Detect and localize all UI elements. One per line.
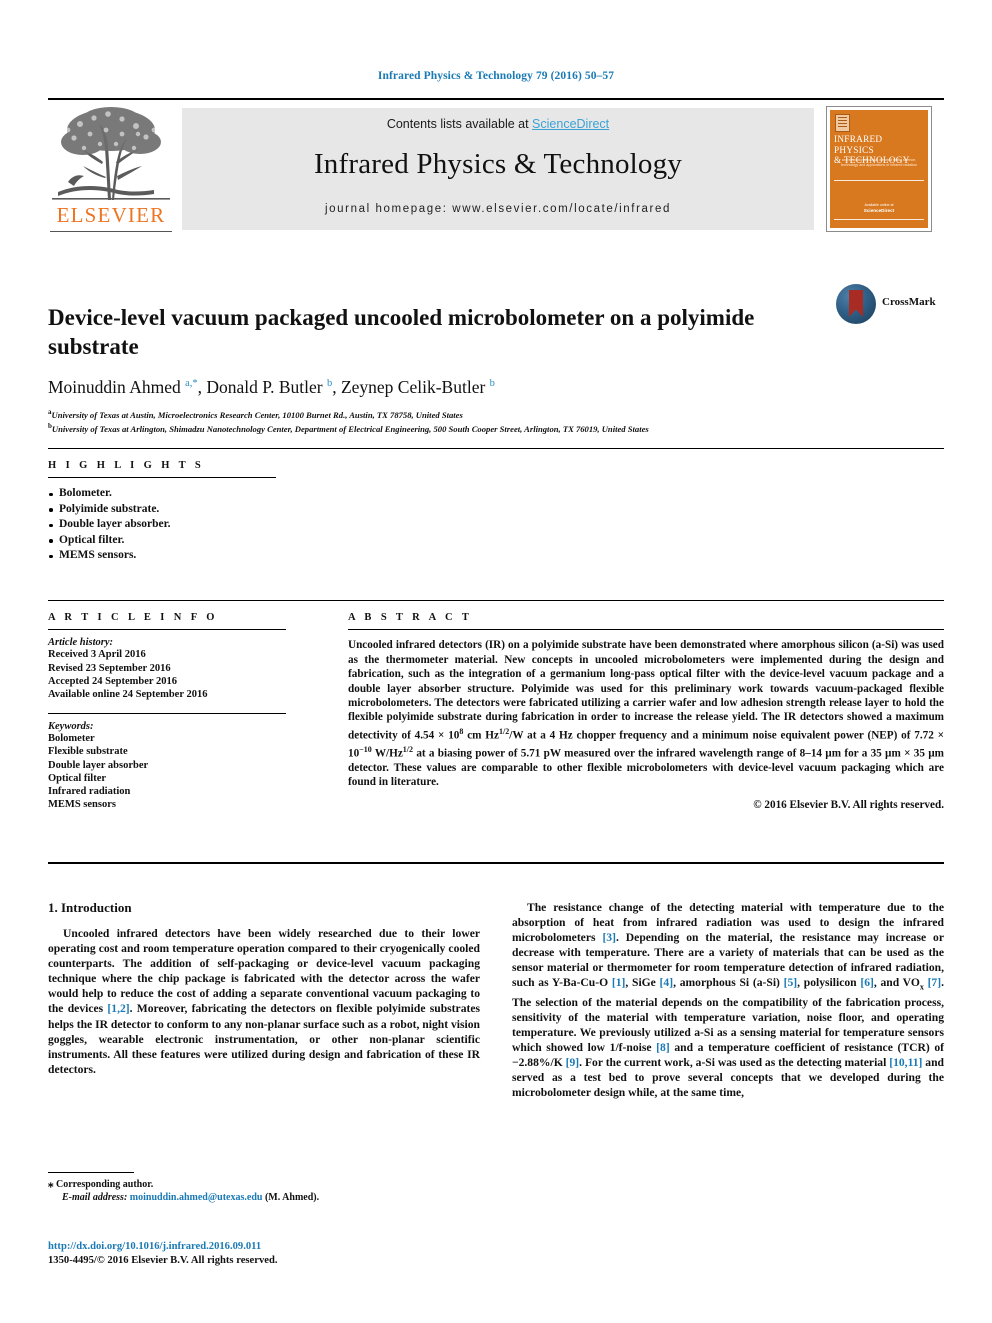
footnote-block: ⁎ Corresponding author. E-mail address: … [48,1178,480,1204]
cover-rule-1 [834,180,924,181]
affiliation-list: aUniversity of Texas at Austin, Microele… [48,407,928,436]
abstract-section: A B S T R A C T Uncooled infrared detect… [348,612,944,811]
article-info-underline [48,629,286,631]
journal-homepage[interactable]: journal homepage: www.elsevier.com/locat… [182,203,814,215]
history-item: Revised 23 September 2016 [48,662,171,674]
page-title: Device-level vacuum packaged uncooled mi… [48,305,755,360]
keyword-item: Bolometer [48,733,95,745]
affiliation-text: University of Texas at Arlington, Shimad… [51,424,649,435]
masthead-top-rule [48,98,944,101]
article-info-separator [48,713,286,715]
footnote-rule [48,1172,134,1174]
email-label: E-mail address: [62,1192,128,1203]
history-item: Received 3 April 2016 [48,649,146,661]
paragraph: Uncooled infrared detectors have been wi… [48,927,481,1076]
corresponding-author-line: ⁎ Corresponding author. [48,1178,480,1191]
body-top-rule [48,862,944,864]
journal-cover-thumbnail: INFRARED PHYSICS & TECHNOLOGY an interna… [826,106,932,232]
masthead-banner: Contents lists available at ScienceDirec… [182,108,814,230]
paragraph: The resistance change of the detecting m… [512,901,944,1100]
list-item: Bolometer. [48,486,448,502]
keyword-item: Flexible substrate [48,746,128,758]
abstract-copyright: © 2016 Elsevier B.V. All rights reserved… [753,798,944,811]
abstract-underline [348,629,944,631]
keyword-item: MEMS sensors [48,799,116,811]
section-heading-introduction: 1. Introduction [48,900,132,915]
cover-badge-icon [835,114,850,132]
article-history-label: Article history: [48,637,114,649]
history-item: Accepted 24 September 2016 [48,675,177,687]
cover-footer: Available online at ScienceDirect [838,203,920,214]
contents-prefix: Contents lists available at [386,117,533,131]
list-item: MEMS sensors. [48,548,448,564]
email-link[interactable]: moinuddin.ahmed@utexas.edu [130,1192,263,1203]
keywords-label: Keywords: [48,721,94,733]
cover-foot-small: Available online at [864,203,894,207]
highlights-top-rule [48,448,944,450]
highlights-section: H I G H L I G H T S Bolometer. Polyimide… [48,460,448,564]
corresponding-author-text: Corresponding author. [56,1179,154,1190]
history-item: Available online 24 September 2016 [48,688,208,700]
author-list: Moinuddin Ahmed a,*, Donald P. Butler b,… [48,376,495,397]
list-item: Polyimide substrate. [48,502,448,518]
article-info-heading: A R T I C L E I N F O [48,612,218,623]
title-block: CrossMark Device-level vacuum packaged u… [48,284,944,436]
crossmark-icon [836,284,876,324]
crossmark-label: CrossMark [882,296,936,308]
journal-title: Infrared Physics & Technology [313,148,683,180]
issn-copyright-line: 1350-4495/© 2016 Elsevier B.V. All right… [48,1255,278,1266]
highlights-list: Bolometer. Polyimide substrate. Double l… [48,486,448,564]
keyword-item: Double layer absorber [48,759,149,771]
email-line: E-mail address: moinuddin.ahmed@utexas.e… [48,1191,480,1204]
affiliation-text: University of Texas at Austin, Microelec… [51,409,463,420]
cover-title-line1: INFRARED PHYSICS [834,134,883,155]
paper-page: Infrared Physics & Technology 79 (2016) … [0,0,992,1323]
doi-link[interactable]: http://dx.doi.org/10.1016/j.infrared.201… [48,1240,548,1254]
keywords-block: Keywords: Bolometer Flexible substrate D… [48,721,310,811]
list-item: Double layer absorber. [48,517,448,533]
asterisk-icon: ⁎ [48,1178,54,1190]
cover-rule-2 [834,219,924,220]
affiliation-item: bUniversity of Texas at Arlington, Shima… [48,421,928,435]
keyword-item: Infrared radiation [48,786,131,798]
article-info-section: A R T I C L E I N F O Article history: R… [48,612,310,811]
highlights-underline [48,477,276,479]
affiliation-item: aUniversity of Texas at Austin, Microele… [48,407,928,421]
cover-foot-big: ScienceDirect [863,208,895,213]
journal-masthead: ELSEVIER Contents lists available at Sci… [48,98,944,238]
articleinfo-top-rule [48,600,944,602]
highlights-heading: H I G H L I G H T S [48,460,205,471]
abstract-heading: A B S T R A C T [348,612,473,623]
sciencedirect-link[interactable]: ScienceDirect [532,117,609,131]
bookmark-ribbon-icon [849,290,863,317]
running-head: Infrared Physics & Technology 79 (2016) … [377,70,615,82]
crossmark-badge[interactable]: CrossMark [836,284,944,326]
elsevier-wordmark: ELSEVIER [56,203,166,227]
elsevier-baseline [50,231,172,233]
email-owner: (M. Ahmed). [264,1192,320,1203]
footer-doi-block: http://dx.doi.org/10.1016/j.infrared.201… [48,1240,548,1268]
body-column-left: 1. Introduction Uncooled infrared detect… [48,900,480,1077]
list-item: Optical filter. [48,533,448,549]
contents-available-line: Contents lists available at ScienceDirec… [182,117,814,131]
keyword-item: Optical filter [48,772,107,784]
journal-cover-art: INFRARED PHYSICS & TECHNOLOGY an interna… [830,110,928,228]
elsevier-tree-icon [50,104,172,204]
cover-subtitle: an international journal devoted to the … [840,158,918,167]
elsevier-logo: ELSEVIER [50,104,172,233]
body-column-right: The resistance change of the detecting m… [512,900,944,1101]
abstract-body: Uncooled infrared detectors (IR) on a po… [348,639,944,789]
